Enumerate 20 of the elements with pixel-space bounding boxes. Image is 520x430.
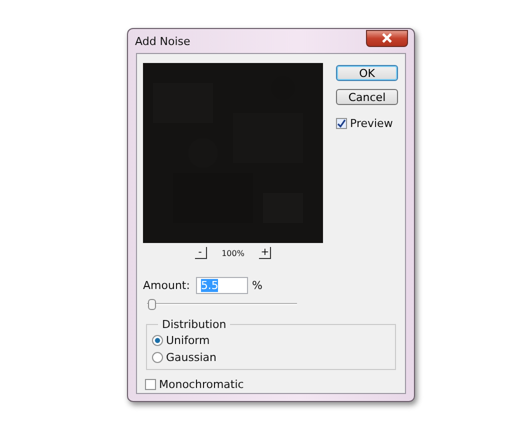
- radio-label: Gaussian: [166, 351, 216, 364]
- monochromatic-checkbox[interactable]: [145, 379, 156, 390]
- amount-slider-thumb[interactable]: [148, 299, 156, 310]
- zoom-out-button[interactable]: -: [194, 247, 207, 259]
- radio-label: Uniform: [166, 334, 210, 347]
- dialog-button[interactable]: OK: [336, 65, 398, 81]
- zoom-level: 100%: [222, 248, 244, 258]
- close-icon: [381, 33, 393, 43]
- preview-checkbox[interactable]: [336, 118, 347, 129]
- radio-button[interactable]: [152, 352, 163, 363]
- close-button[interactable]: [366, 30, 408, 46]
- zoom-in-button[interactable]: +: [259, 247, 272, 259]
- dialog-button[interactable]: Cancel: [336, 89, 398, 105]
- percent-unit: %: [252, 279, 262, 292]
- monochromatic-label: Monochromatic: [159, 378, 244, 391]
- radio-button[interactable]: [152, 335, 163, 346]
- preview-label: Preview: [350, 117, 393, 130]
- window-title: Add Noise: [135, 34, 190, 48]
- amount-label: Amount:: [143, 279, 190, 292]
- distribution-title: Distribution: [161, 318, 228, 331]
